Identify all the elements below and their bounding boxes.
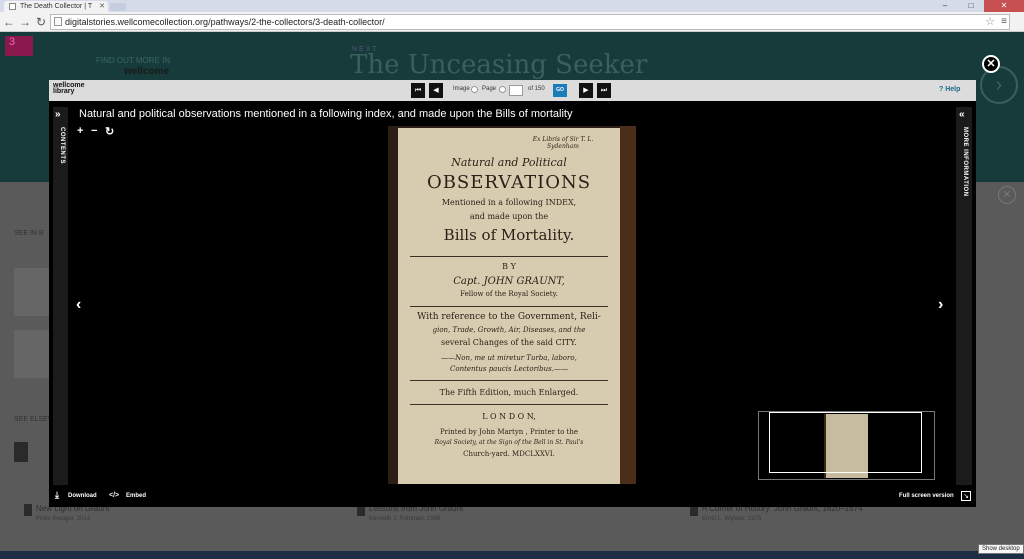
download-icon[interactable]: ⤓: [55, 490, 59, 501]
item-title: Natural and political observations menti…: [79, 108, 573, 120]
book-line2: OBSERVATIONS: [426, 172, 592, 193]
chapter-badge: 3: [5, 36, 33, 56]
doc-icon: [14, 442, 28, 462]
image-viewer: wellcome library ⏮ ◀ Image Page of 150 G…: [49, 80, 976, 507]
book-author: Capt. JOHN GRAUNT,: [453, 276, 565, 287]
related-item-sub: Philip Kreager, 2014: [36, 516, 91, 522]
minimize-button[interactable]: –: [932, 0, 958, 12]
navigator-viewport[interactable]: [769, 412, 922, 473]
book-motto1: ——Non, me ut miretur Turba, laboro,: [441, 354, 577, 362]
rule: [410, 380, 608, 381]
os-taskbar: [0, 551, 1024, 559]
zoom-in-button[interactable]: +: [77, 125, 83, 137]
related-item-sub: Kenneth J. Rothman, 1996: [369, 516, 441, 522]
download-link[interactable]: Download: [68, 493, 97, 499]
previous-page-button[interactable]: ◀: [429, 83, 443, 98]
page-icon: [9, 3, 16, 10]
forward-icon[interactable]: →: [18, 15, 32, 29]
last-page-button[interactable]: ⏭: [597, 83, 611, 98]
reload-icon[interactable]: ↻: [34, 15, 48, 29]
help-label: Help: [945, 86, 961, 93]
logo-line2: library: [53, 88, 75, 95]
background-close-icon: ✕: [998, 186, 1016, 204]
background-card: [14, 330, 50, 378]
expand-chevron-icon[interactable]: »: [55, 109, 61, 120]
tooltip: Show desktop: [978, 544, 1024, 554]
image-mode-label: Image: [453, 86, 470, 92]
image-mode-radio[interactable]: [471, 86, 478, 93]
page-icon: [54, 17, 62, 26]
page-count: of 150: [528, 86, 545, 92]
rule: [410, 256, 608, 257]
browser-titlebar: The Death Collector | T ✕ – □ ✕: [0, 0, 1024, 12]
viewer-toolbar: wellcome library ⏮ ◀ Image Page of 150 G…: [49, 80, 976, 101]
next-chapter-title: The Unceasing Seeker: [350, 50, 648, 80]
rotate-icon[interactable]: ↻: [105, 125, 114, 138]
title-page: Ex Libris of Sir T. L. Sydenham Natural …: [398, 128, 620, 484]
maximize-button[interactable]: □: [958, 0, 984, 12]
page-mode-label: Page: [482, 86, 497, 92]
background-card: [14, 268, 50, 316]
book-spine: [620, 126, 636, 484]
fullscreen-link[interactable]: Full screen version: [899, 493, 954, 499]
book-ref2: gion, Trade, Growth, Air, Diseases, and …: [432, 326, 586, 334]
book-edition: The Fifth Edition, much Enlarged.: [439, 388, 579, 397]
wellcome-library-logo: wellcome library: [53, 82, 85, 95]
book-line4: and made upon the: [469, 212, 549, 221]
book-ref1: With reference to the Government, Reli-: [417, 312, 601, 322]
first-page-button[interactable]: ⏮: [411, 83, 425, 98]
new-tab-button[interactable]: [110, 3, 126, 11]
contents-label: CONTENTS: [59, 127, 65, 164]
more-info-panel-toggle[interactable]: « MORE INFORMATION: [956, 107, 972, 485]
embed-link[interactable]: Embed: [126, 493, 146, 499]
book-line5: Bills of Mortality.: [443, 226, 575, 244]
next-page-button[interactable]: ▶: [579, 83, 593, 98]
back-icon[interactable]: ←: [2, 15, 16, 29]
book-printed1: Printed by John Martyn , Printer to the: [439, 428, 579, 436]
rule: [410, 404, 608, 405]
doc-icon: [24, 504, 32, 516]
expand-chevron-icon[interactable]: «: [959, 109, 965, 120]
zoom-out-button[interactable]: −: [91, 125, 97, 137]
fullscreen-icon[interactable]: ↘: [961, 491, 971, 501]
related-item-sub: Ernst L. Wynder, 1975: [702, 516, 762, 522]
help-link[interactable]: ? Help: [939, 86, 960, 93]
viewer-close-button[interactable]: ✕: [982, 55, 1000, 73]
find-out-text: FIND OUT MORE IN: [96, 56, 171, 65]
book-page-image: Ex Libris of Sir T. L. Sydenham Natural …: [388, 126, 636, 484]
tab-title: The Death Collector | T: [20, 3, 93, 10]
book-printed2: Royal Society, at the Sign of the Bell i…: [434, 439, 584, 446]
viewer-footer: ⤓ Download </> Embed Full screen version…: [49, 487, 976, 507]
book-printed3: Church-yard. MDCLXXVI.: [463, 450, 555, 458]
more-info-label: MORE INFORMATION: [962, 127, 968, 197]
book-by: B Y: [502, 262, 516, 271]
browser-tab[interactable]: The Death Collector | T ✕: [4, 1, 108, 12]
see-in-label: SEE IN B: [14, 230, 44, 237]
url-text: digitalstories.wellcomecollection.org/pa…: [65, 17, 385, 27]
go-button[interactable]: GO: [553, 84, 567, 97]
page-mode-radio[interactable]: [499, 86, 506, 93]
wellcome-logo-text: wellcome: [124, 66, 170, 77]
previous-arrow-icon[interactable]: ‹: [76, 296, 81, 314]
menu-icon[interactable]: ≡: [1001, 15, 1007, 29]
book-ref3: several Changes of the said CITY.: [441, 338, 577, 347]
book-fellow: Fellow of the Royal Society.: [460, 290, 558, 298]
tab-close-icon[interactable]: ✕: [99, 2, 105, 10]
page-number-input[interactable]: [509, 85, 523, 96]
book-line3: Mentioned in a following INDEX,: [441, 198, 577, 207]
rule: [410, 306, 608, 307]
browser-toolbar: ← → ↻ digitalstories.wellcomecollection.…: [0, 12, 1024, 32]
book-motto2: Contentus paucis Lectoribus.——: [450, 365, 568, 373]
address-bar[interactable]: digitalstories.wellcomecollection.org/pa…: [50, 14, 1010, 30]
bookmark-star-icon[interactable]: ☆: [985, 15, 995, 29]
contents-panel-toggle[interactable]: » CONTENTS: [53, 107, 68, 485]
window-close-button[interactable]: ✕: [984, 0, 1024, 12]
inscription: Ex Libris of Sir T. L. Sydenham: [532, 136, 594, 150]
book-city: L O N D O N,: [482, 412, 536, 421]
next-arrow-icon[interactable]: ›: [938, 296, 943, 314]
embed-icon[interactable]: </>: [109, 492, 119, 499]
book-line1: Natural and Political: [451, 156, 567, 169]
